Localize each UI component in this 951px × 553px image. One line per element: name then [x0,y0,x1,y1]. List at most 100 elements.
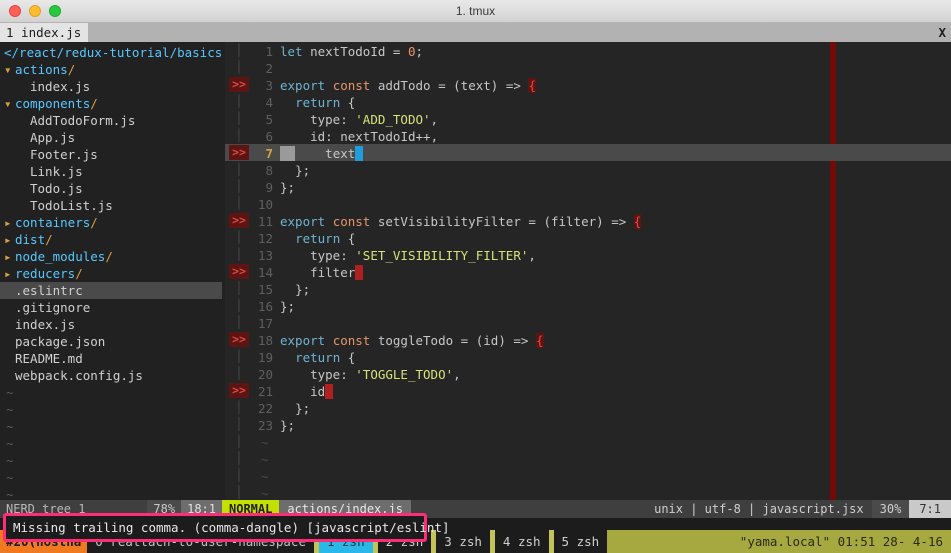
chevron-right-icon[interactable]: ▸ [4,248,15,265]
file-tree-empty-row: ~ [6,453,14,468]
file-tree-item[interactable]: ▸ containers/ [0,214,222,231]
lint-error-sign-icon[interactable]: >> [229,77,249,92]
line-text: type: 'SET_VISIBILITY_FILTER', [310,248,536,263]
gutter-blank-icon: │ [235,196,243,210]
editor-line[interactable]: │ 23}; [225,416,951,433]
editor-line[interactable]: >> 3 export const addTodo = (text) => { [225,76,951,93]
file-tree-item[interactable]: webpack.config.js [0,367,222,384]
line-number: 18 [257,333,273,348]
chevron-down-icon[interactable]: ▾ [4,61,15,78]
lint-error-sign-icon[interactable]: >> [229,383,249,398]
line-number: 4 [265,95,273,110]
file-tree-item[interactable]: TodoList.js [0,197,222,214]
editor-line[interactable]: │ 16}; [225,297,951,314]
line-number: 17 [257,316,273,331]
gutter-blank-icon: │ [235,111,243,125]
editor-line[interactable]: >> 18 export const toggleTodo = (id) => { [225,331,951,348]
lint-error-sign-icon[interactable]: >> [229,332,249,347]
editor-line[interactable]: │ 2 [225,59,951,76]
chevron-right-icon[interactable]: ▸ [4,265,15,282]
editor-line[interactable]: │ 17 [225,314,951,331]
file-tree-item[interactable]: ▸ node_modules/ [0,248,222,265]
editor-line[interactable]: │ 10 [225,195,951,212]
file-tree-item-label: TodoList.js [30,198,113,213]
file-tree-item[interactable]: Link.js [0,163,222,180]
gutter-blank-icon: │ [235,162,243,176]
file-tree-empty-row: ~ [6,385,14,400]
editor-line[interactable]: │ 19 return { [225,348,951,365]
error-message-text: Missing trailing comma. (comma-dangle) [… [13,520,450,535]
file-tree-item[interactable]: ▾ components/ [0,95,222,112]
editor-line[interactable]: │ 22 }; [225,399,951,416]
editor-line[interactable]: │ 12 return { [225,229,951,246]
file-tree-item[interactable]: README.md [0,350,222,367]
code-editor-pane[interactable]: │ 1 let nextTodoId = 0; │ 2 >> 3 export const a… [225,42,951,500]
close-icon[interactable]: X [933,23,951,42]
gutter-blank-icon: │ [235,179,243,193]
file-tree-item[interactable]: .gitignore [0,299,222,316]
line-number: 7 [265,146,273,161]
file-tree-item[interactable]: ▸ reducers/ [0,265,222,282]
editor-line[interactable]: >> 11 export const setVisibilityFilter = (… [225,212,951,229]
editor-line[interactable]: >> 14 filter [225,263,951,280]
file-tree-item[interactable]: AddTodoForm.js [0,112,222,129]
editor-line[interactable]: │ 15 }; [225,280,951,297]
file-tree-item[interactable]: .eslintrc [0,282,222,299]
tmux-window-label: 4 zsh [494,530,549,553]
file-tree-item[interactable]: App.js [0,129,222,146]
editor-line[interactable]: │ 20 type: 'TOGGLE_TODO', [225,365,951,382]
file-tree-pane[interactable]: </react/redux-tutorial/basics/ ▾ actions/… [0,42,222,500]
editor-line[interactable]: │ 5 type: 'ADD_TODO', [225,110,951,127]
file-tree-items: ▾ actions/index.js ▾ components/AddTodoForm… [0,61,222,384]
editor-lines: │ 1 let nextTodoId = 0; │ 2 >> 3 export const a… [225,42,951,433]
file-tree-item[interactable]: index.js [0,316,222,333]
file-tree-empty-row: ~ [6,470,14,485]
file-tree-item[interactable]: ▾ actions/ [0,61,222,78]
line-number: 2 [265,61,273,76]
editor-empty-row: │ ~ [235,468,269,484]
file-tree-root-label: </react/redux-tutorial/basics/ [4,45,222,60]
gutter-blank-icon: │ [235,94,243,108]
editor-line[interactable]: │ 13 type: 'SET_VISIBILITY_FILTER', [225,246,951,263]
file-tree-item[interactable]: ▸ dist/ [0,231,222,248]
lint-error-sign-icon[interactable]: >> [229,145,249,160]
tmux-host-clock: "yama.local" 01:51 28- 4-16 [731,530,951,553]
tmux-window-item[interactable]: 5 zsh [548,530,608,553]
editor-line[interactable]: │ 8 }; [225,161,951,178]
gutter-blank-icon: │ [235,230,243,244]
file-tree-item[interactable]: index.js [0,78,222,95]
file-tree-item-label: dist/ [15,232,53,247]
editor-line[interactable]: │ 1 let nextTodoId = 0; [225,42,951,59]
line-number: 23 [257,418,273,433]
editor-line[interactable]: >> 21 id [225,382,951,399]
editor-line[interactable]: │ 9}; [225,178,951,195]
gutter-blank-icon: │ [235,298,243,312]
window-titlebar: 1. tmux [0,0,951,23]
line-number: 19 [257,350,273,365]
editor-empty-row: │ ~ [235,451,269,467]
editor-line[interactable]: │ 4 return { [225,93,951,110]
file-tree-item-label: Link.js [30,164,83,179]
file-tree-item[interactable]: Todo.js [0,180,222,197]
line-number: 5 [265,112,273,127]
line-text: export const setVisibilityFilter = (filt… [280,214,642,229]
chevron-right-icon[interactable]: ▸ [4,214,15,231]
editor-line[interactable]: │ 6 id: nextTodoId++, [225,127,951,144]
chevron-right-icon[interactable]: ▸ [4,231,15,248]
lint-error-sign-icon[interactable]: >> [229,213,249,228]
line-number: 1 [265,44,273,59]
chevron-down-icon[interactable]: ▾ [4,95,15,112]
file-tree-item[interactable]: Footer.js [0,146,222,163]
line-text: export const addTodo = (text) => { [280,78,536,93]
lint-error-sign-icon[interactable]: >> [229,264,249,279]
line-text: let nextTodoId = 0; [280,44,424,59]
line-number: 20 [257,367,273,382]
line-text: text [280,145,363,162]
tmux-window-item[interactable]: 4 zsh [489,530,549,553]
file-tree-item[interactable]: package.json [0,333,222,350]
statusline-right-filler [410,500,647,518]
editor-line[interactable]: >> 7 text [225,144,951,161]
line-text: return { [295,231,356,246]
tab-index-js[interactable]: 1 index.js [0,23,89,42]
line-number: 16 [257,299,273,314]
